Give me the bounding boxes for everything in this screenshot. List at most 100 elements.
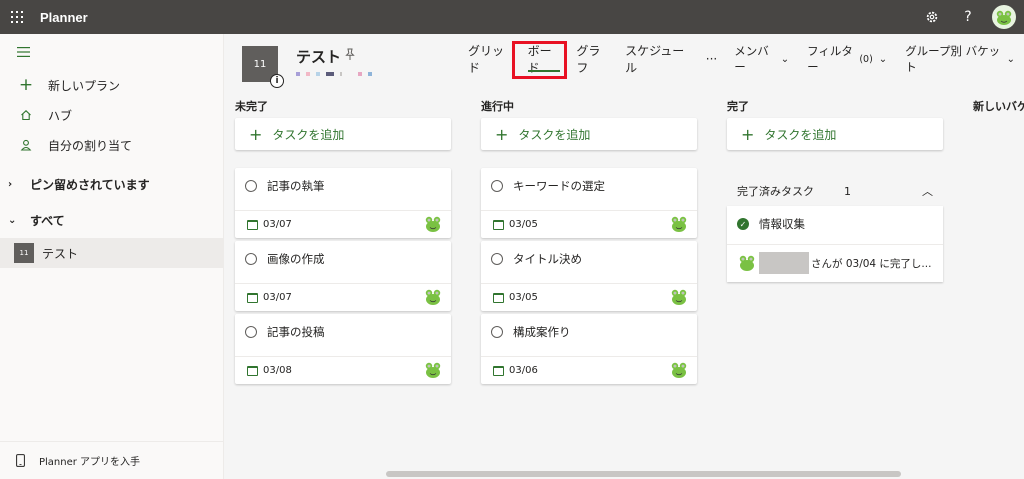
user-avatar[interactable] (992, 5, 1016, 29)
section-label: ピン留めされています (30, 177, 150, 192)
sidebar-item-my-tasks[interactable]: 自分の割り当て (0, 130, 223, 160)
due-date: 03/07 (263, 219, 292, 230)
add-task-button[interactable]: + タスクを追加 (235, 118, 451, 150)
task-card[interactable]: 記事の執筆 03/07 (235, 168, 451, 238)
task-card[interactable]: キーワードの選定 03/05 (481, 168, 697, 238)
due-date: 03/05 (509, 219, 538, 230)
get-app-link[interactable]: Planner アプリを入手 (0, 441, 223, 479)
info-icon[interactable]: i (270, 74, 284, 88)
waffle-icon (11, 11, 23, 23)
sidebar-section-pinned[interactable]: › ピン留めされています (0, 166, 223, 202)
complete-checkbox[interactable] (245, 253, 257, 265)
top-bar: Planner ? (0, 0, 1024, 34)
bucket-completed: 完了 + タスクを追加 完了済みタスク 1 ︿ ✓ 情報収集 さんが 03/04… (727, 94, 943, 282)
hamburger-icon (17, 47, 30, 57)
complete-checkbox[interactable] (245, 180, 257, 192)
calendar-icon (247, 219, 258, 230)
home-icon (18, 109, 34, 121)
chevron-right-icon: › (8, 178, 13, 190)
frog-avatar-icon (739, 255, 755, 271)
members-filter[interactable]: メンバー ⌄ (725, 44, 798, 74)
sidebar-item-hub[interactable]: ハブ (0, 100, 223, 130)
pin-icon[interactable] (344, 48, 356, 65)
complete-checkbox[interactable] (491, 326, 503, 338)
sidebar-item-new-plan[interactable]: + 新しいプラン (0, 70, 223, 100)
add-task-button[interactable]: + タスクを追加 (481, 118, 697, 150)
calendar-icon (493, 292, 504, 303)
group-by-dropdown[interactable]: グループ別 バケット ⌄ (896, 44, 1024, 74)
due-date: 03/05 (509, 292, 538, 303)
add-task-button[interactable]: + タスクを追加 (727, 118, 943, 150)
checkmark-icon[interactable]: ✓ (737, 218, 749, 230)
frog-avatar-icon (425, 362, 441, 378)
plan-members[interactable] (296, 72, 372, 76)
filter-dropdown[interactable]: フィルター (0) ⌄ (798, 44, 896, 74)
plus-icon: + (495, 124, 509, 144)
frog-avatar-icon (671, 362, 687, 378)
chevron-down-icon: ⌄ (878, 53, 888, 65)
add-task-label: タスクを追加 (764, 127, 837, 142)
group-by-label: グループ別 バケット (905, 44, 1001, 74)
task-title: 記事の執筆 (267, 179, 325, 193)
plus-icon: + (18, 75, 34, 95)
bucket-title[interactable]: 未完了 (235, 94, 451, 118)
sidebar-section-all[interactable]: ⌄ すべて (0, 202, 223, 238)
bucket-not-started: 未完了 + タスクを追加 記事の執筆 03/07 画像の作成 03/07 記事の… (235, 94, 451, 387)
settings-button[interactable] (914, 0, 950, 34)
get-app-label: Planner アプリを入手 (39, 457, 141, 468)
task-card[interactable]: 構成案作り 03/06 (481, 314, 697, 384)
tab-grid[interactable]: グリッド (460, 44, 520, 75)
complete-checkbox[interactable] (245, 326, 257, 338)
frog-avatar-icon (425, 289, 441, 305)
task-title: タイトル決め (513, 252, 582, 266)
horizontal-scrollbar[interactable] (386, 471, 901, 477)
phone-icon (16, 454, 25, 467)
main-area: 11 i テスト グリッド ボード グラフ スケジュール ··· メンバー ⌄ (224, 34, 1024, 479)
calendar-icon (247, 292, 258, 303)
add-task-label: タスクを追加 (272, 127, 345, 142)
completed-task-card[interactable]: ✓ 情報収集 さんが 03/04 に完了し... (727, 206, 943, 282)
new-bucket-label[interactable]: 新しいバケ (973, 94, 1024, 118)
chevron-down-icon: ⌄ (780, 53, 790, 65)
tab-charts[interactable]: グラフ (568, 44, 617, 75)
task-title: 構成案作り (513, 325, 571, 339)
sidebar-item-label: ハブ (48, 108, 73, 123)
bucket-title[interactable]: 完了 (727, 94, 943, 118)
plan-name: テスト (42, 246, 79, 261)
task-card[interactable]: 画像の作成 03/07 (235, 241, 451, 311)
app-launcher-button[interactable] (0, 0, 34, 34)
new-bucket[interactable]: 新しいバケ (973, 94, 1024, 118)
tab-board[interactable]: ボード (520, 44, 569, 75)
chevron-up-icon: ︿ (922, 185, 933, 198)
calendar-icon (493, 365, 504, 376)
more-views-button[interactable]: ··· (698, 44, 725, 74)
task-card[interactable]: 記事の投稿 03/08 (235, 314, 451, 384)
plus-icon: + (249, 124, 263, 144)
sidebar: + 新しいプラン ハブ 自分の割り当て › ピン留めされています ⌄ すべて 1… (0, 34, 224, 479)
view-tabs: グリッド ボード グラフ スケジュール ··· メンバー ⌄ フィルター (0)… (460, 44, 1024, 75)
plan-title: テスト (296, 48, 342, 66)
members-label: メンバー (734, 44, 769, 74)
collapse-nav-button[interactable] (0, 34, 223, 70)
completed-tasks-toggle[interactable]: 完了済みタスク 1 ︿ (727, 176, 943, 206)
completed-by-note: さんが 03/04 に完了し... (811, 257, 932, 270)
tab-schedule[interactable]: スケジュール (617, 44, 698, 75)
frog-avatar-icon (671, 289, 687, 305)
app-title[interactable]: Planner (40, 10, 88, 25)
due-date: 03/06 (509, 365, 538, 376)
filter-count: (0) (859, 53, 873, 65)
sidebar-item-label: 新しいプラン (48, 78, 121, 93)
bucket-title[interactable]: 進行中 (481, 94, 697, 118)
help-button[interactable]: ? (950, 0, 986, 34)
board: 未完了 + タスクを追加 記事の執筆 03/07 画像の作成 03/07 記事の… (224, 94, 1024, 479)
add-task-label: タスクを追加 (518, 127, 591, 142)
frog-avatar-icon (996, 10, 1012, 25)
task-card[interactable]: タイトル決め 03/05 (481, 241, 697, 311)
completed-label: 完了済みタスク (737, 185, 814, 198)
sidebar-item-plan-test[interactable]: 11 テスト (0, 238, 223, 268)
complete-checkbox[interactable] (491, 253, 503, 265)
completed-count: 1 (844, 184, 851, 198)
section-label: すべて (30, 213, 65, 228)
chevron-down-icon: ⌄ (1006, 53, 1016, 65)
complete-checkbox[interactable] (491, 180, 503, 192)
